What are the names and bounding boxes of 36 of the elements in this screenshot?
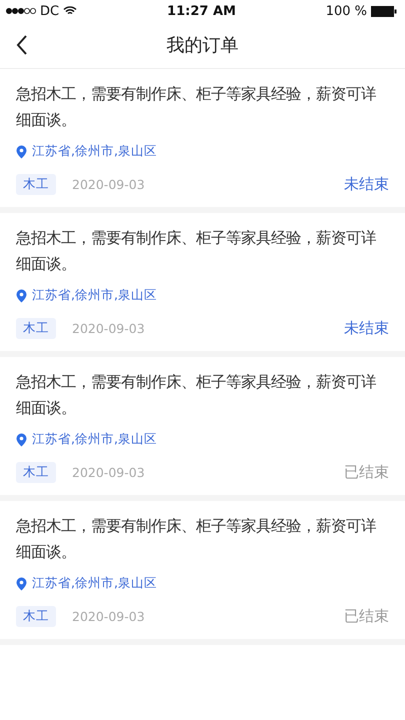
order-location: 江苏省,徐州市,泉山区 [32,287,157,304]
order-date: 2020-09-03 [72,321,145,336]
location-pin-icon [16,144,27,158]
category-tag: 木工 [16,462,56,483]
order-status: 未结束 [344,175,389,194]
order-date: 2020-09-03 [72,609,145,624]
category-tag: 木工 [16,174,56,195]
order-status: 已结束 [344,607,389,626]
order-location: 江苏省,徐州市,泉山区 [32,431,157,448]
category-tag: 木工 [16,606,56,627]
order-location: 江苏省,徐州市,泉山区 [32,143,157,160]
location-pin-icon [16,432,27,446]
order-status: 已结束 [344,463,389,482]
location-pin-icon [16,288,27,302]
order-card[interactable]: 急招木工，需要有制作床、柜子等家具经验，薪资可详细面谈。 江苏省,徐州市,泉山区 木工 2020-09-03 已结束 [0,501,405,639]
order-description: 急招木工，需要有制作床、柜子等家具经验，薪资可详细面谈。 [16,516,377,563]
order-location: 江苏省,徐州市,泉山区 [32,575,157,592]
order-card[interactable]: 急招木工，需要有制作床、柜子等家具经验，薪资可详细面谈。 江苏省,徐州市,泉山区 木工 2020-09-03 未结束 [0,69,405,207]
carrier: DC [40,4,60,18]
order-description: 急招木工，需要有制作床、柜子等家具经验，薪资可详细面谈。 [16,84,377,131]
category-tag: 木工 [16,318,56,339]
battery-icon [371,6,397,16]
order-date: 2020-09-03 [72,465,145,480]
order-description: 急招木工，需要有制作床、柜子等家具经验，薪资可详细面谈。 [16,228,377,275]
order-status: 未结束 [344,319,389,338]
order-date: 2020-09-03 [72,177,145,192]
back-icon[interactable] [16,35,28,55]
battery-percent: 100 % [326,4,367,18]
location-pin-icon [16,576,27,590]
clock: 11:27 AM [167,4,236,18]
order-card[interactable]: 急招木工，需要有制作床、柜子等家具经验，薪资可详细面谈。 江苏省,徐州市,泉山区 木工 2020-09-03 未结束 [0,213,405,351]
signal-icon [6,7,36,15]
wifi-icon [63,6,78,16]
order-description: 急招木工，需要有制作床、柜子等家具经验，薪资可详细面谈。 [16,372,377,419]
page-title: 我的订单 [166,34,238,57]
order-card[interactable]: 急招木工，需要有制作床、柜子等家具经验，薪资可详细面谈。 江苏省,徐州市,泉山区 木工 2020-09-03 已结束 [0,357,405,495]
